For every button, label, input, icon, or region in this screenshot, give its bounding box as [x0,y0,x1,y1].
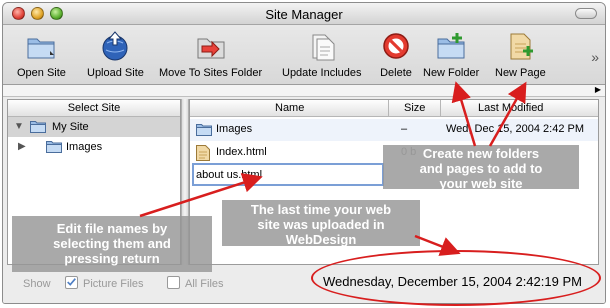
annotation-arrows [139,81,527,256]
